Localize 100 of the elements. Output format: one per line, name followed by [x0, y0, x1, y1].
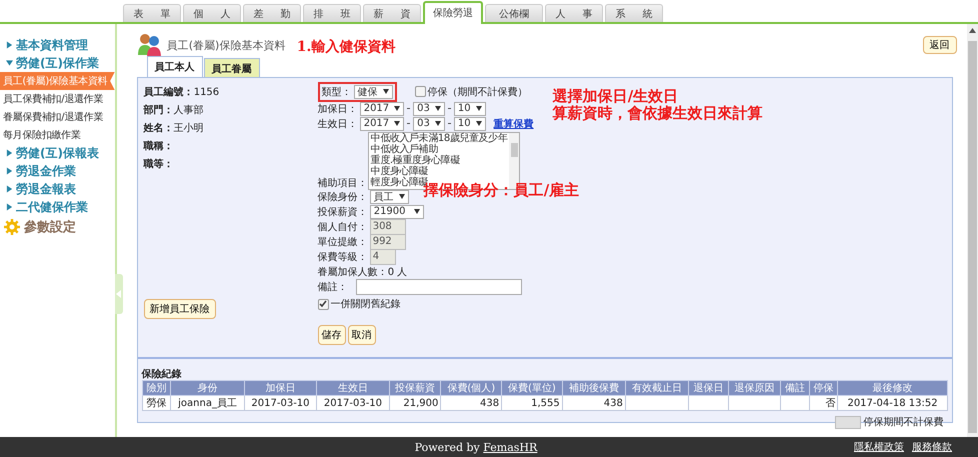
annotation: 選擇加保日/生效日 [552, 88, 678, 105]
nav-tab[interactable]: 表 單 [123, 4, 181, 22]
field-label: 補助項目： [318, 176, 368, 190]
table-cell: 2017-03-10 [244, 396, 317, 410]
caret-icon [434, 121, 441, 126]
form-button[interactable]: 取消 [348, 325, 376, 345]
table-cell [688, 396, 729, 410]
column-header: 加保日 [244, 380, 317, 396]
field-label: 加保日： [318, 102, 358, 116]
dropdown[interactable]: 10 [454, 102, 486, 116]
info-text: 部門：人事部 [144, 104, 204, 117]
nav-tab[interactable]: 公佈欄 [485, 4, 543, 22]
form-tab[interactable]: 員工眷屬 [204, 58, 260, 77]
scroll-up-icon[interactable] [968, 28, 976, 33]
column-header: 生效日 [316, 380, 390, 396]
nav-tab[interactable]: 排 班 [303, 4, 361, 22]
column-header: 退保原因 [728, 380, 780, 396]
table-cell [728, 396, 780, 410]
table-cell: 438 [440, 396, 502, 410]
column-header: 有效截止日 [625, 380, 689, 396]
caret-icon [382, 89, 389, 94]
people-icon [136, 33, 163, 57]
femas-link[interactable]: FemasHR [483, 440, 538, 454]
sidebar-section[interactable]: 二代健保作業 [16, 198, 88, 216]
dash [448, 123, 451, 124]
column-header: 保費(單位) [502, 380, 562, 396]
list-option[interactable]: 重度.極重度身心障礙 [368, 154, 510, 166]
table-cell [780, 396, 810, 410]
back-button[interactable]: 返回 [922, 36, 957, 54]
nav-tab[interactable]: 薪 資 [363, 4, 421, 22]
dropdown[interactable]: 21900 [370, 204, 424, 219]
checkbox-label: 停保（期間不計保費） [428, 86, 528, 99]
sidebar-section[interactable]: 勞退金作業 [16, 162, 76, 180]
sidebar-section[interactable]: 勞健(互)保報表 [16, 144, 99, 162]
recalc-link[interactable]: 重算保費 [494, 116, 534, 131]
table-cell: 否 [809, 396, 838, 410]
list-option[interactable]: 中低收入戶補助 [368, 144, 510, 155]
column-header: 險別 [142, 380, 171, 396]
dropdown[interactable]: 10 [454, 116, 486, 131]
list-option[interactable]: 中低收入戶未滿18歲兒童及少年 [368, 132, 510, 144]
readonly-field: 4 [370, 248, 396, 265]
field-label: 類型： [322, 86, 352, 99]
table-cell: 2017-03-10 [316, 396, 390, 410]
caret-icon [394, 106, 400, 112]
caret-icon [476, 106, 482, 112]
annotation: 算薪資時，會依據生效日來計算 [552, 105, 763, 122]
checkbox[interactable] [318, 298, 329, 310]
table-cell: 21,900 [389, 396, 441, 410]
legend-text: 停保期間不計保費 [864, 416, 944, 429]
field-label: 備註： [318, 280, 348, 294]
annotation: 1.輸入健保資料 [296, 38, 396, 56]
dash [407, 123, 410, 124]
dropdown[interactable]: 2017 [360, 116, 404, 131]
nav-tab[interactable]: 差 勤 [243, 4, 301, 22]
dropdown[interactable]: 2017 [360, 102, 404, 116]
footer-link[interactable]: 服務條款 [912, 440, 952, 454]
nav-tab[interactable]: 系 統 [605, 4, 663, 22]
legend-swatch [834, 416, 861, 428]
sidebar-section[interactable]: 勞健(互)保作業 [16, 54, 99, 72]
table-cell: 勞保 [142, 396, 171, 410]
caret-icon [398, 194, 405, 200]
readonly-field: 992 [370, 234, 406, 250]
remark-field[interactable] [356, 278, 522, 295]
scrollbar[interactable] [966, 24, 978, 437]
checkbox-label: 一併關閉舊紀錄 [330, 298, 401, 311]
nav-tab[interactable]: 個 人 [183, 4, 241, 22]
info-text: 職稱： [144, 140, 174, 153]
info-text: 員工編號：1156 [144, 86, 220, 99]
field-label: 生效日： [318, 118, 358, 131]
checkbox[interactable] [414, 86, 426, 98]
sidebar-section[interactable]: 勞退金報表 [16, 180, 76, 198]
dash [448, 108, 451, 110]
gear-icon [4, 219, 20, 235]
dropdown[interactable]: 員工 [370, 190, 409, 204]
table-cell: joanna_員工 [170, 396, 244, 410]
sidebar-item[interactable]: 每月保險扣繳作業 [0, 126, 115, 144]
field-label: 投保薪資： [318, 206, 368, 219]
nav-tab[interactable]: 保險勞退 [423, 1, 483, 24]
form-button[interactable]: 儲存 [318, 325, 346, 345]
info-text: 職等： [144, 158, 174, 171]
nav-tab[interactable]: 人 事 [545, 4, 603, 22]
sidebar-item[interactable]: 眷屬保費補扣/退還作業 [0, 108, 115, 126]
list-option[interactable]: 中度身心障礙 [368, 166, 510, 177]
sidebar-section[interactable]: 基本資料管理 [16, 36, 88, 54]
form-tab[interactable]: 員工本人 [146, 56, 203, 77]
add-insurance-button[interactable]: 新增員工保險 [144, 299, 216, 319]
caret-icon [414, 209, 420, 214]
sidebar-section[interactable]: 參數設定 [24, 218, 76, 236]
table-cell: 2017-04-18 13:52 [838, 396, 948, 410]
dropdown[interactable]: 03 [413, 116, 445, 131]
sidebar-item[interactable]: 員工保費補扣/退還作業 [0, 90, 115, 108]
dash [407, 108, 410, 110]
dropdown[interactable]: 健保 [354, 84, 393, 99]
collapse-handle[interactable] [114, 274, 123, 314]
column-header: 備註 [780, 380, 810, 396]
column-header: 停保 [809, 380, 838, 396]
powered-by-text: Powered by FemasHR [414, 440, 538, 454]
dropdown[interactable]: 03 [413, 102, 445, 116]
column-header: 最後修改 [838, 380, 948, 396]
footer-link[interactable]: 隱私權政策 [854, 440, 904, 454]
